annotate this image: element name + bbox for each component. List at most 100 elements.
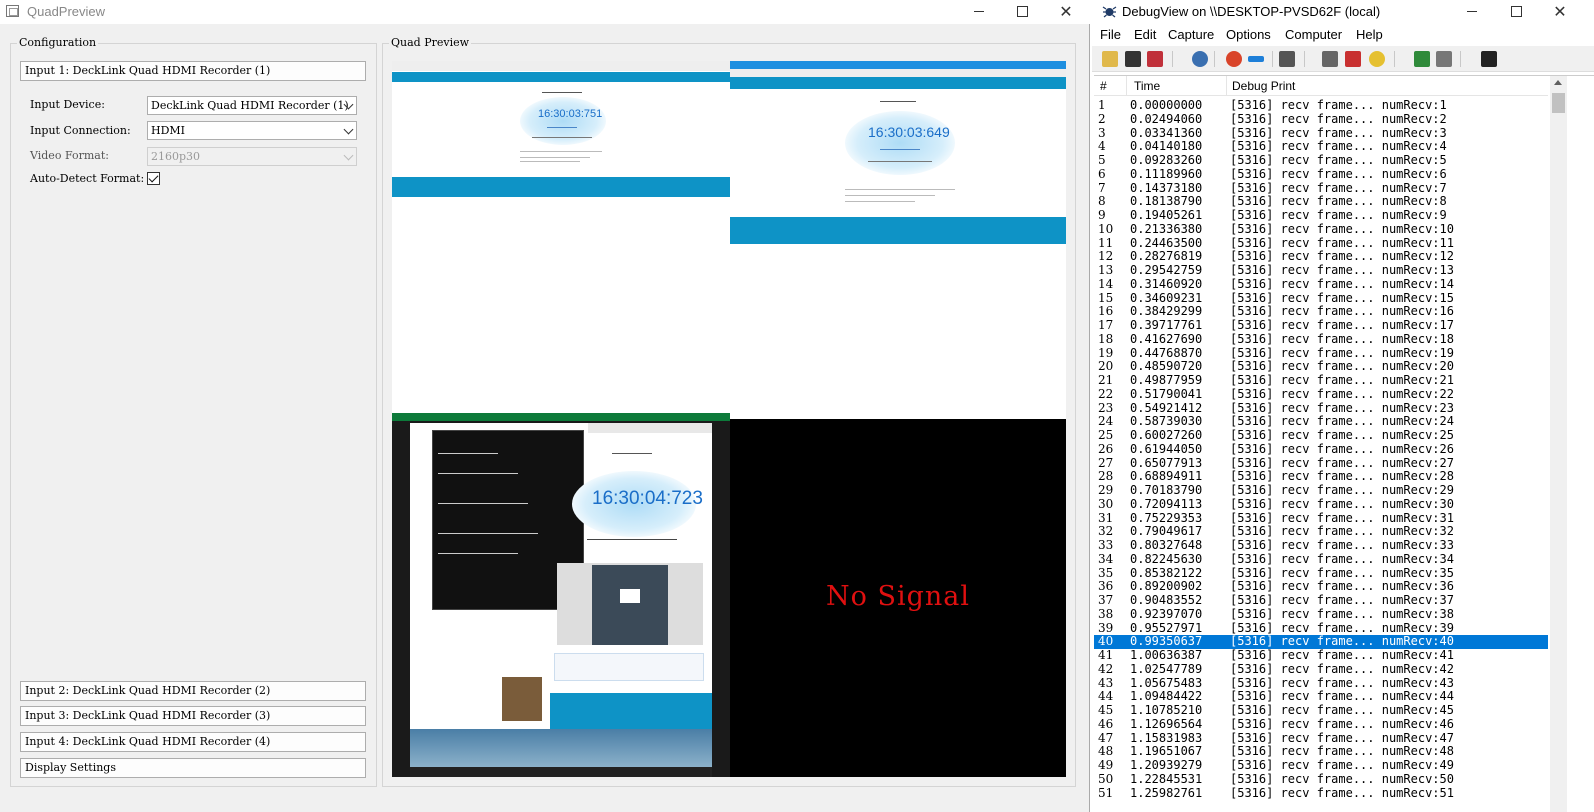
- list-item[interactable]: 40 0.99350637 [5316] recv frame... numRecv…: [1094, 634, 1548, 649]
- list-item[interactable]: 9 0.19405261 [5316] recv frame... numRecv:…: [1094, 208, 1548, 223]
- menu-file[interactable]: File: [1100, 27, 1121, 42]
- close-button[interactable]: ✕: [1044, 1, 1088, 23]
- history-icon[interactable]: [1345, 51, 1361, 67]
- menu-help[interactable]: Help: [1356, 27, 1383, 42]
- input3-section-header[interactable]: Input 3: DeckLink Quad HDMI Recorder (3): [20, 706, 366, 726]
- highlight-icon[interactable]: [1279, 51, 1295, 67]
- minimize-button[interactable]: [957, 1, 1001, 23]
- row-debug-print: [5316] recv frame... numRecv:38: [1230, 606, 1454, 621]
- save-icon[interactable]: [1125, 51, 1141, 67]
- list-item[interactable]: 13 0.29542759 [5316] recv frame... numRecv…: [1094, 263, 1548, 278]
- list-item[interactable]: 1 0.00000000 [5316] recv frame... numRecv:…: [1094, 98, 1548, 113]
- input-connection-value: HDMI: [151, 124, 186, 137]
- menu-capture[interactable]: Capture: [1168, 27, 1214, 42]
- menu-options[interactable]: Options: [1226, 27, 1271, 42]
- list-item[interactable]: 42 1.02547789 [5316] recv frame... numRecv…: [1094, 662, 1548, 677]
- menu-computer[interactable]: Computer: [1285, 27, 1342, 42]
- list-item[interactable]: 36 0.89200902 [5316] recv frame... numRecv…: [1094, 579, 1548, 594]
- list-item[interactable]: 20 0.48590720 [5316] recv frame... numRecv…: [1094, 359, 1548, 374]
- list-item[interactable]: 19 0.44768870 [5316] recv frame... numRecv…: [1094, 346, 1548, 361]
- input2-section-header[interactable]: Input 2: DeckLink Quad HDMI Recorder (2): [20, 681, 366, 701]
- menu-edit[interactable]: Edit: [1134, 27, 1156, 42]
- list-item[interactable]: 41 1.00636387 [5316] recv frame... numRecv…: [1094, 648, 1548, 663]
- minimize-button[interactable]: [1450, 1, 1494, 23]
- row-time: 0.41627690: [1130, 331, 1203, 346]
- list-item[interactable]: 37 0.90483552 [5316] recv frame... numRecv…: [1094, 593, 1548, 608]
- list-item[interactable]: 7 0.14373180 [5316] recv frame... numRecv:…: [1094, 181, 1548, 196]
- filter-icon[interactable]: [1322, 51, 1338, 67]
- scrollbar-thumb[interactable]: [1552, 93, 1565, 113]
- autoscroll-icon[interactable]: [1248, 56, 1264, 62]
- list-item[interactable]: 51 1.25982761 [5316] recv frame... numRecv…: [1094, 786, 1548, 801]
- list-item[interactable]: 31 0.75229353 [5316] recv frame... numRecv…: [1094, 511, 1548, 526]
- column-index[interactable]: #: [1100, 79, 1107, 93]
- list-item[interactable]: 43 1.05675483 [5316] recv frame... numRecv…: [1094, 676, 1548, 691]
- list-item[interactable]: 24 0.58739030 [5316] recv frame... numRecv…: [1094, 414, 1548, 429]
- list-item[interactable]: 35 0.85382122 [5316] recv frame... numRecv…: [1094, 566, 1548, 581]
- list-item[interactable]: 28 0.68894911 [5316] recv frame... numRecv…: [1094, 469, 1548, 484]
- list-item[interactable]: 50 1.22845531 [5316] recv frame... numRecv…: [1094, 772, 1548, 787]
- list-item[interactable]: 12 0.28276819 [5316] recv frame... numRecv…: [1094, 249, 1548, 264]
- list-item[interactable]: 6 0.11189960 [5316] recv frame... numRecv:…: [1094, 167, 1548, 182]
- column-time[interactable]: Time: [1134, 79, 1160, 93]
- row-time: 0.70183790: [1130, 483, 1203, 497]
- input1-section-header[interactable]: Input 1: DeckLink Quad HDMI Recorder (1): [20, 61, 366, 81]
- list-item[interactable]: 3 0.03341360 [5316] recv frame... numRecv:…: [1094, 126, 1548, 141]
- row-time: 0.99350637: [1130, 634, 1203, 649]
- clock-icon[interactable]: [1369, 51, 1385, 67]
- list-item[interactable]: 4 0.04140180 [5316] recv frame... numRecv:…: [1094, 139, 1548, 154]
- auto-detect-checkbox[interactable]: [147, 172, 160, 185]
- list-item[interactable]: 18 0.41627690 [5316] recv frame... numRecv…: [1094, 331, 1548, 347]
- close-button[interactable]: ✕: [1538, 1, 1582, 23]
- clear-icon[interactable]: [1226, 51, 1242, 67]
- list-item[interactable]: 17 0.39717761 [5316] recv frame... numRecv…: [1094, 318, 1548, 333]
- list-item[interactable]: 15 0.34609231 [5316] recv frame... numRecv…: [1094, 290, 1548, 306]
- vertical-scrollbar[interactable]: [1550, 76, 1567, 812]
- list-item[interactable]: 30 0.72094113 [5316] recv frame... numRecv…: [1094, 497, 1548, 512]
- list-item[interactable]: 21 0.49877959 [5316] recv frame... numRecv…: [1094, 373, 1548, 388]
- list-item[interactable]: 45 1.10785210 [5316] recv frame... numRecv…: [1094, 703, 1548, 718]
- scroll-up-icon[interactable]: [1554, 80, 1562, 85]
- row-debug-print: [5316] recv frame... numRecv:15: [1230, 290, 1454, 305]
- list-item[interactable]: 47 1.15831983 [5316] recv frame... numRecv…: [1094, 731, 1548, 746]
- list-item[interactable]: 23 0.54921412 [5316] recv frame... numRecv…: [1094, 401, 1548, 416]
- list-item[interactable]: 5 0.09283260 [5316] recv frame... numRecv:…: [1094, 153, 1548, 168]
- list-item[interactable]: 8 0.18138790 [5316] recv frame... numRecv:…: [1094, 194, 1548, 209]
- list-item[interactable]: 16 0.38429299 [5316] recv frame... numRecv…: [1094, 304, 1548, 319]
- input4-section-header[interactable]: Input 4: DeckLink Quad HDMI Recorder (4): [20, 732, 366, 752]
- list-item[interactable]: 33 0.80327648 [5316] recv frame... numRecv…: [1094, 538, 1548, 553]
- list-item[interactable]: 22 0.51790041 [5316] recv frame... numRecv…: [1094, 387, 1548, 402]
- list-item[interactable]: 46 1.12696564 [5316] recv frame... numRecv…: [1094, 717, 1548, 732]
- list-item[interactable]: 2 0.02494060 [5316] recv frame... numRecv:…: [1094, 112, 1548, 127]
- list-item[interactable]: 38 0.92397070 [5316] recv frame... numRecv…: [1094, 606, 1548, 622]
- list-item[interactable]: 25 0.60027260 [5316] recv frame... numRecv…: [1094, 428, 1548, 443]
- row-index: 39: [1098, 620, 1114, 635]
- list-item[interactable]: 49 1.20939279 [5316] recv frame... numRecv…: [1094, 758, 1548, 773]
- list-item[interactable]: 29 0.70183790 [5316] recv frame... numRecv…: [1094, 483, 1548, 498]
- debug-output-list[interactable]: # Time Debug Print 1 0.00000000 [5316] rec…: [1094, 75, 1594, 812]
- open-icon[interactable]: [1102, 51, 1118, 67]
- list-item[interactable]: 34 0.82245630 [5316] recv frame... numRecv…: [1094, 552, 1548, 567]
- chevron-down-icon: [343, 150, 354, 161]
- connect-icon[interactable]: [1414, 51, 1430, 67]
- disconnect-icon[interactable]: [1436, 51, 1452, 67]
- capture-icon[interactable]: [1192, 51, 1208, 67]
- list-item[interactable]: 10 0.21336380 [5316] recv frame... numRecv…: [1094, 222, 1548, 237]
- display-settings-section-header[interactable]: Display Settings: [20, 758, 366, 778]
- input-connection-select[interactable]: HDMI: [147, 121, 357, 140]
- list-item[interactable]: 26 0.61944050 [5316] recv frame... numRecv…: [1094, 442, 1548, 457]
- list-item[interactable]: 44 1.09484422 [5316] recv frame... numRecv…: [1094, 689, 1548, 704]
- maximize-button[interactable]: [1494, 1, 1538, 23]
- input-device-select[interactable]: DeckLink Quad HDMI Recorder (1): [147, 96, 357, 115]
- column-debug-print[interactable]: Debug Print: [1232, 79, 1295, 93]
- find-icon[interactable]: [1481, 51, 1497, 67]
- list-item[interactable]: 48 1.19651067 [5316] recv frame... numRecv…: [1094, 744, 1548, 759]
- save-as-icon[interactable]: [1147, 51, 1163, 67]
- list-item[interactable]: 27 0.65077913 [5316] recv frame... numRecv…: [1094, 456, 1548, 471]
- maximize-button[interactable]: [1000, 1, 1044, 23]
- list-item[interactable]: 39 0.95527971 [5316] recv frame... numRecv…: [1094, 620, 1548, 636]
- list-item[interactable]: 32 0.79049617 [5316] recv frame... numRecv…: [1094, 524, 1548, 539]
- row-debug-print: [5316] recv frame... numRecv:8: [1230, 194, 1447, 209]
- list-item[interactable]: 11 0.24463500 [5316] recv frame... numRecv…: [1094, 236, 1548, 251]
- list-item[interactable]: 14 0.31460920 [5316] recv frame... numRecv…: [1094, 277, 1548, 292]
